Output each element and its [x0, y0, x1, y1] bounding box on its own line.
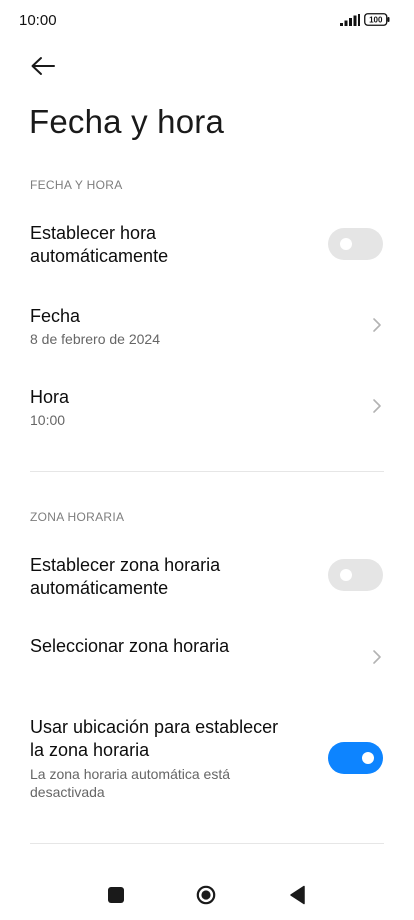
toggle-knob [340, 238, 352, 250]
use-location-toggle[interactable] [328, 742, 383, 774]
auto-time-toggle[interactable] [328, 228, 383, 260]
use-location-sub-line1: La zona horaria automática está [30, 766, 231, 782]
signal-icon [340, 14, 360, 26]
select-zone-row[interactable]: Seleccionar zona horaria [0, 632, 414, 672]
use-location-sub-line2: desactivada [30, 784, 105, 800]
page-title: Fecha y hora [29, 103, 225, 140]
section-divider [30, 471, 384, 472]
auto-zone-label-line1: Establecer zona horaria [30, 555, 221, 575]
toggle-knob [340, 569, 352, 581]
use-location-label-line1: Usar ubicación para establecer [30, 717, 279, 737]
battery-level-text: 100 [369, 16, 383, 25]
section-header-time-zone: ZONA HORARIA [30, 510, 125, 524]
status-bar: 10:00 100 [0, 0, 414, 40]
auto-zone-toggle[interactable] [328, 559, 383, 591]
date-time-settings-screen: 10:00 100 Fecha y hora FECHA Y HORA Esta… [0, 0, 414, 920]
nav-recents-button[interactable] [108, 887, 124, 903]
auto-zone-row[interactable]: Establecer zona horaria automáticamente [0, 551, 414, 607]
battery-icon: 100 [364, 13, 390, 26]
status-time: 10:00 [19, 12, 57, 29]
select-zone-label: Seleccionar zona horaria [30, 636, 230, 656]
chevron-right-icon [373, 650, 381, 664]
bottom-divider [30, 843, 384, 844]
chevron-right-icon [373, 318, 381, 332]
nav-back-button[interactable] [289, 885, 305, 905]
use-location-row[interactable]: Usar ubicación para establecer la zona h… [0, 714, 414, 804]
date-value: 8 de febrero de 2024 [30, 331, 160, 347]
auto-zone-label-line2: automáticamente [30, 578, 169, 598]
time-label: Hora [30, 387, 70, 407]
use-location-label-line2: la zona horaria [30, 740, 150, 760]
time-value: 10:00 [30, 412, 66, 428]
chevron-right-icon [373, 399, 381, 413]
arrow-left-icon [31, 57, 55, 75]
date-label: Fecha [30, 306, 81, 326]
back-button[interactable] [28, 52, 58, 80]
date-row[interactable]: Fecha 8 de febrero de 2024 [0, 302, 414, 350]
toggle-knob [362, 752, 374, 764]
time-row[interactable]: Hora 10:00 [0, 383, 414, 431]
auto-time-label-line1: Establecer hora [30, 223, 157, 243]
auto-time-label-line2: automáticamente [30, 246, 169, 266]
auto-time-row[interactable]: Establecer hora automáticamente [0, 218, 414, 274]
section-header-date-time: FECHA Y HORA [30, 178, 123, 192]
nav-home-button[interactable] [196, 885, 216, 905]
